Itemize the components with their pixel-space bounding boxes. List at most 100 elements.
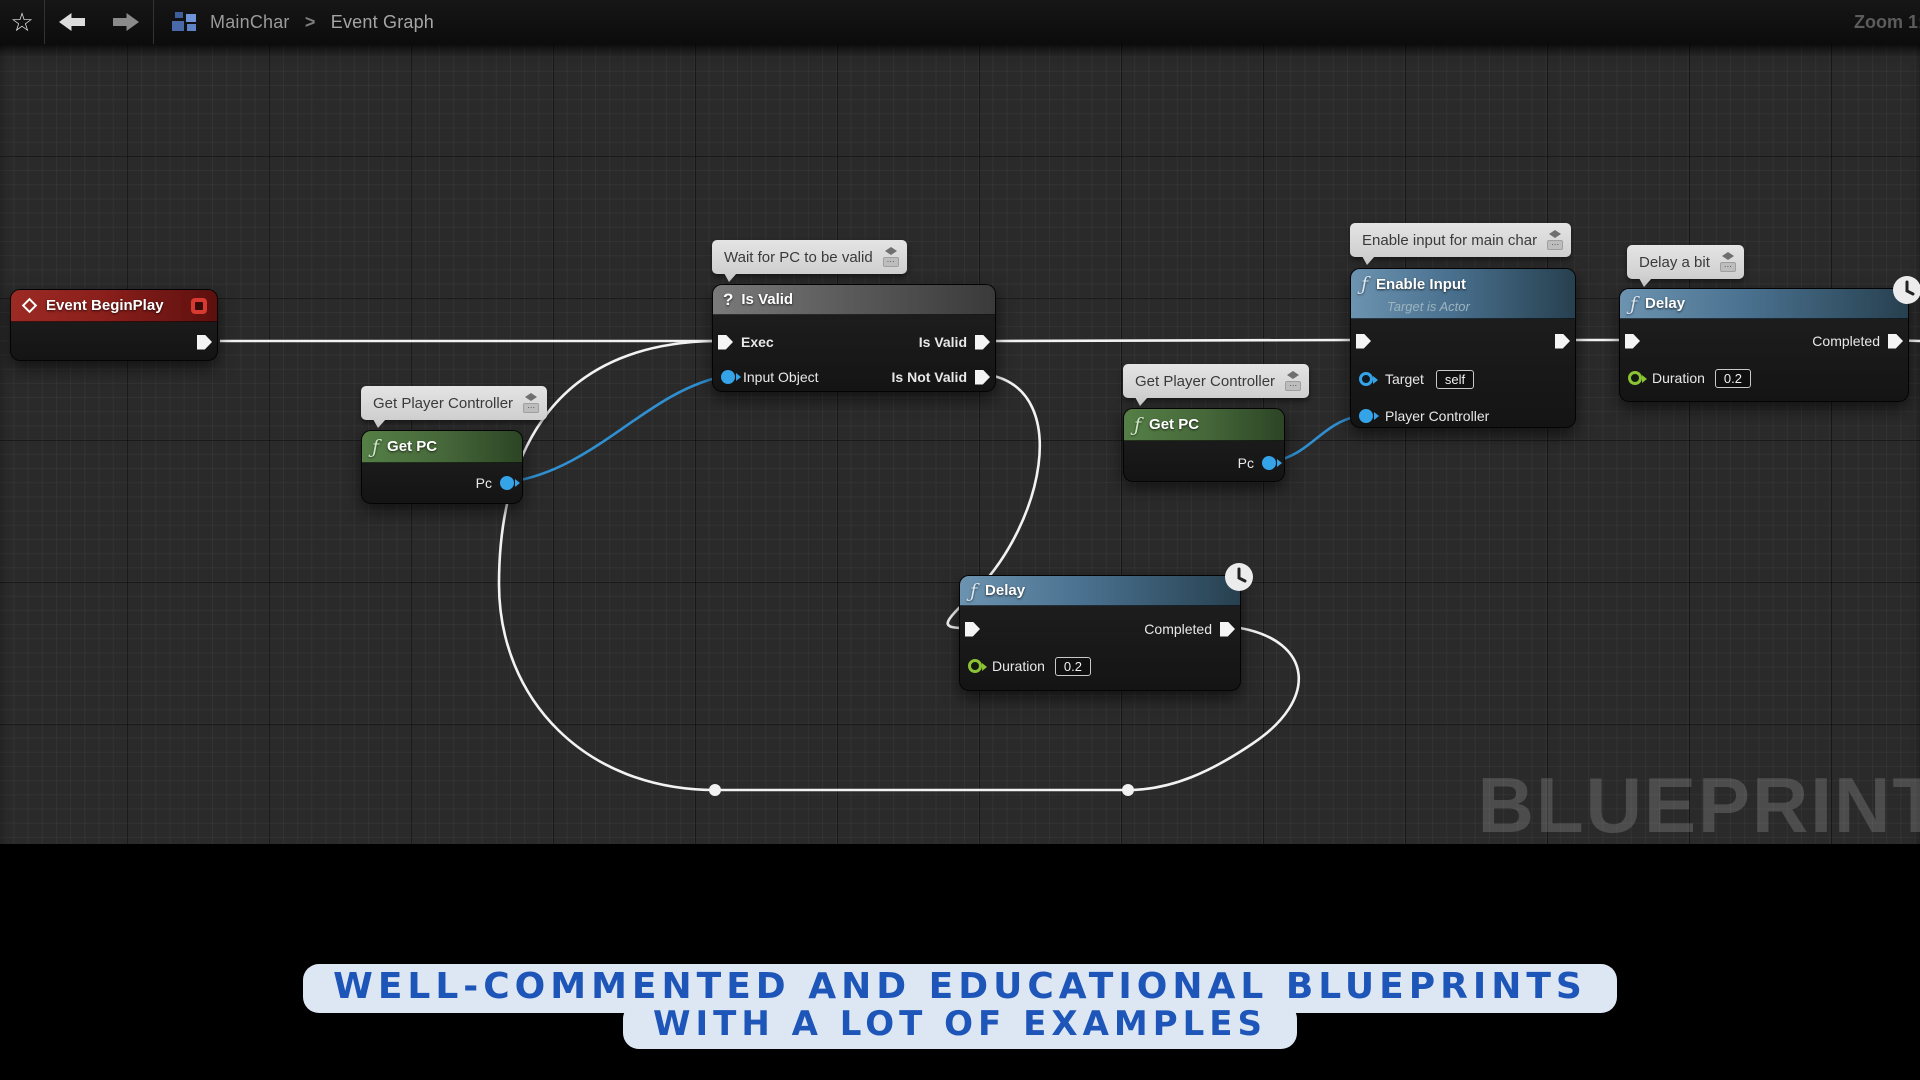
comment-bubble-get-pc-2[interactable]: Get Player Controller ⋯: [1123, 364, 1309, 398]
pc-output-pin[interactable]: [500, 476, 514, 490]
comment-pin-icon[interactable]: ⋯: [1285, 371, 1301, 391]
function-icon: ƒ: [970, 580, 977, 602]
forward-arrow-icon[interactable]: [113, 13, 139, 31]
input-object-pin[interactable]: [721, 370, 735, 384]
pin-label: Pc: [476, 475, 492, 491]
pin-label: Input Object: [743, 369, 819, 385]
node-title: Is Valid: [741, 291, 793, 308]
target-input-pin[interactable]: [1359, 372, 1373, 386]
comment-bubble-is-valid[interactable]: Wait for PC to be valid ⋯: [712, 240, 907, 274]
node-get-pc-2[interactable]: ƒ Get PC Pc: [1123, 408, 1285, 482]
pin-row: Duration 0.2: [960, 652, 1240, 680]
exec-output-pin[interactable]: [1555, 334, 1570, 349]
duration-value-field[interactable]: 0.2: [1055, 657, 1091, 676]
function-icon: ƒ: [1361, 273, 1368, 295]
comment-pin-icon[interactable]: ⋯: [883, 247, 899, 267]
completed-output-pin[interactable]: [1220, 622, 1235, 637]
toolbar-divider: [44, 0, 45, 44]
pin-label: Target: [1385, 371, 1424, 387]
comment-pin-icon[interactable]: ⋯: [523, 393, 539, 413]
pc-output-pin[interactable]: [1262, 456, 1276, 470]
comment-text: Wait for PC to be valid: [724, 249, 873, 266]
node-event-beginplay[interactable]: Event BeginPlay: [10, 289, 218, 361]
favorite-star-icon[interactable]: ☆: [0, 0, 44, 44]
blueprint-watermark: BLUEPRINT: [1478, 760, 1920, 844]
node-title: Enable Input: [1376, 276, 1466, 293]
comment-pin-icon[interactable]: ⋯: [1547, 230, 1563, 250]
node-title: Get PC: [387, 438, 437, 455]
pin-row: [11, 328, 217, 356]
function-icon: ƒ: [1630, 293, 1637, 315]
question-mark-icon: ?: [723, 290, 733, 310]
exec-input-pin[interactable]: [965, 622, 980, 637]
pin-row: Player Controller: [1351, 402, 1575, 430]
wire-isvalid-to-enableinput[interactable]: [994, 340, 1356, 341]
duration-value-field[interactable]: 0.2: [1715, 369, 1751, 388]
is-not-valid-output-pin[interactable]: [975, 370, 990, 385]
pin-row: Input Object Is Not Valid: [713, 363, 995, 391]
comment-bubble-enable-input[interactable]: Enable input for main char ⋯: [1350, 223, 1571, 257]
graph-toolbar: ☆ MainChar > Event Graph Zoom 1:1: [0, 0, 1920, 44]
banner-line-2: WITH A LOT OF EXAMPLES: [623, 1003, 1297, 1050]
pin-label: Is Valid: [919, 334, 967, 350]
event-graph-canvas[interactable]: Get Player Controller ⋯ Wait for PC to b…: [0, 44, 1920, 844]
node-delay-2[interactable]: ƒ Delay Completed Duration 0.2: [1619, 288, 1909, 402]
reroute-node[interactable]: [709, 784, 721, 796]
back-arrow-icon[interactable]: [59, 13, 85, 31]
exec-input-pin[interactable]: [1625, 334, 1640, 349]
comment-pin-icon[interactable]: ⋯: [1720, 252, 1736, 272]
pin-label: Exec: [741, 334, 774, 350]
pin-row: Exec Is Valid: [713, 328, 995, 356]
wire-layer: [0, 44, 1920, 844]
exec-input-pin[interactable]: [1356, 334, 1371, 349]
comment-text: Enable input for main char: [1362, 232, 1537, 249]
pin-row: [1351, 327, 1575, 355]
pin-row: Pc: [362, 469, 522, 497]
comment-bubble-get-pc-1[interactable]: Get Player Controller ⋯: [361, 386, 547, 420]
node-header[interactable]: ƒ Get PC: [1124, 409, 1284, 441]
node-enable-input[interactable]: ƒ Enable Input Target is Actor Target se…: [1350, 268, 1576, 428]
function-icon: ƒ: [372, 436, 379, 458]
node-get-pc-1[interactable]: ƒ Get PC Pc: [361, 430, 523, 504]
duration-input-pin[interactable]: [1628, 371, 1642, 385]
comment-text: Delay a bit: [1639, 254, 1710, 271]
pin-label: Pc: [1238, 455, 1254, 471]
player-controller-input-pin[interactable]: [1359, 409, 1373, 423]
comment-text: Get Player Controller: [373, 395, 513, 412]
node-header[interactable]: ? Is Valid: [713, 285, 995, 315]
pin-row: Pc: [1124, 449, 1284, 477]
promo-banner: WELL-COMMENTED AND EDUCATIONAL BLUEPRINT…: [0, 964, 1920, 1049]
node-header[interactable]: Event BeginPlay: [11, 290, 217, 322]
function-icon: ƒ: [1134, 414, 1141, 436]
node-header[interactable]: ƒ Get PC: [362, 431, 522, 463]
event-diamond-icon: [22, 298, 38, 314]
node-title: Event BeginPlay: [46, 297, 164, 314]
node-subtitle: Target is Actor: [1361, 299, 1565, 314]
node-delay-1[interactable]: ƒ Delay Completed Duration 0.2: [959, 575, 1241, 691]
node-header[interactable]: ƒ Enable Input Target is Actor: [1351, 269, 1575, 319]
breadcrumb-parent[interactable]: MainChar: [210, 12, 290, 32]
zoom-level-label: Zoom 1:1: [1854, 0, 1920, 44]
duration-input-pin[interactable]: [968, 659, 982, 673]
node-is-valid[interactable]: ? Is Valid Exec Is Valid Input Object Is…: [712, 284, 996, 392]
blueprint-class-icon: [172, 12, 198, 32]
pin-row: Completed: [1620, 327, 1908, 355]
target-value-field[interactable]: self: [1436, 370, 1474, 389]
breadcrumb-current[interactable]: Event Graph: [331, 12, 434, 32]
completed-output-pin[interactable]: [1888, 334, 1903, 349]
comment-bubble-delay-2[interactable]: Delay a bit ⋯: [1627, 245, 1744, 279]
pin-row: Duration 0.2: [1620, 364, 1908, 392]
pin-label: Completed: [1812, 333, 1880, 349]
node-title: Get PC: [1149, 416, 1199, 433]
toolbar-divider: [153, 0, 154, 44]
exec-input-pin[interactable]: [718, 335, 733, 350]
node-header[interactable]: ƒ Delay: [1620, 289, 1908, 319]
node-title: Delay: [1645, 295, 1685, 312]
pin-row: Completed: [960, 615, 1240, 643]
exec-output-pin[interactable]: [197, 335, 212, 350]
pin-label: Completed: [1144, 621, 1212, 637]
reroute-node[interactable]: [1122, 784, 1134, 796]
node-header[interactable]: ƒ Delay: [960, 576, 1240, 606]
is-valid-output-pin[interactable]: [975, 335, 990, 350]
breadcrumb: MainChar > Event Graph: [210, 12, 434, 33]
